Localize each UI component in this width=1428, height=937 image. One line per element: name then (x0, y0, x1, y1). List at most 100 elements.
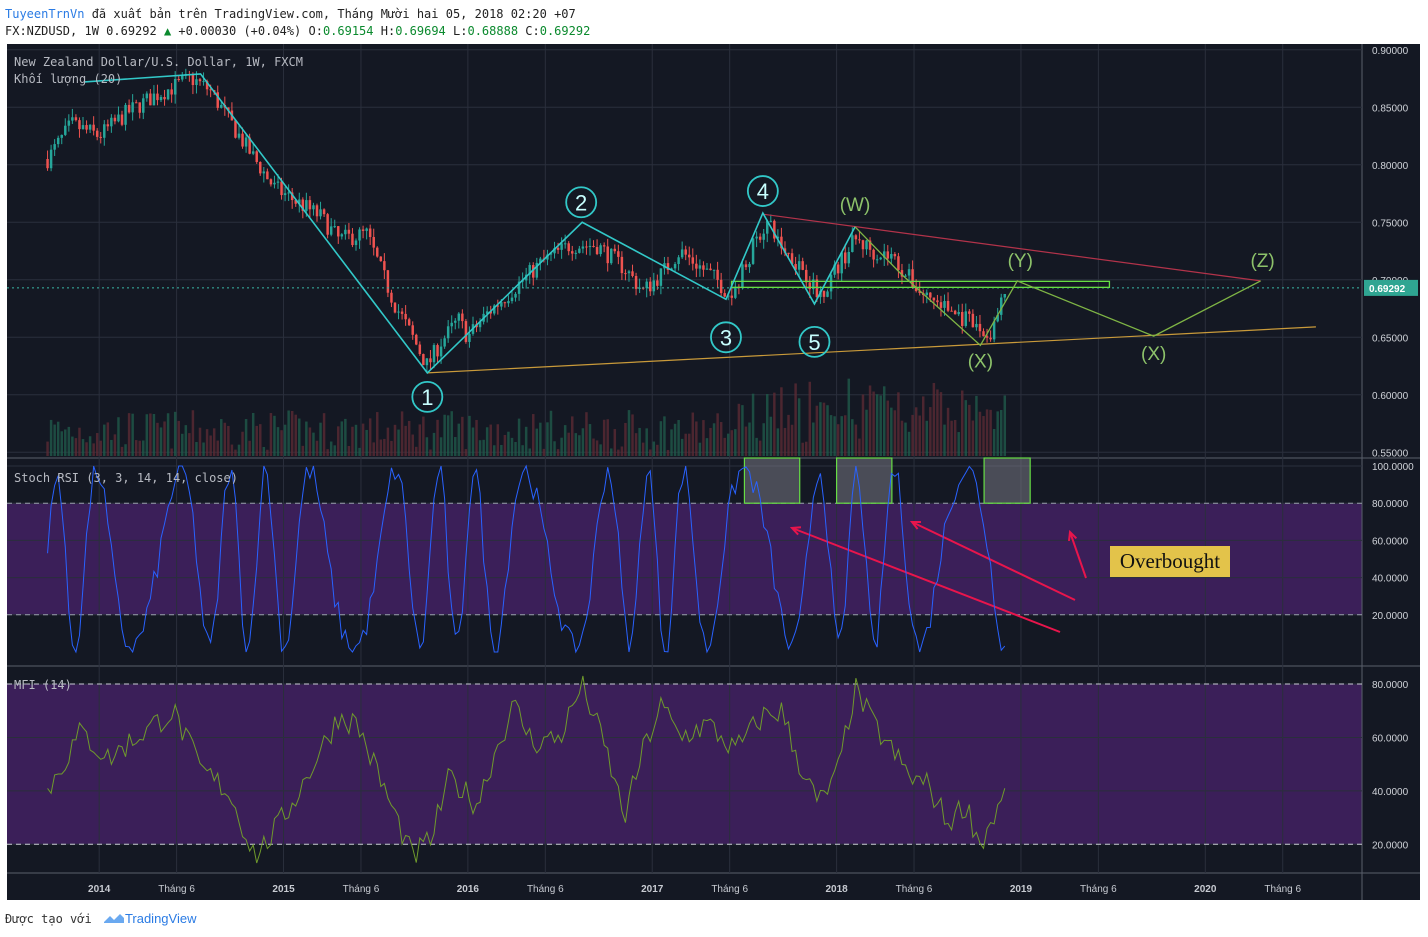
candle-body (386, 270, 390, 293)
volume-bar (464, 449, 468, 456)
volume-bar (393, 424, 397, 456)
candle-body (181, 75, 184, 80)
candle-body (503, 302, 507, 304)
candle-body (567, 243, 570, 252)
volume-bar (227, 425, 230, 456)
candle-body (805, 269, 808, 283)
candle-body (585, 246, 588, 248)
chart-canvas[interactable]: 1 2 3 4 5 (W) (X) (Y) (X) (Z) 2014 Tháng 6 2015 Thán… (0, 0, 1428, 937)
volume-bar (840, 416, 843, 456)
candle-body (156, 93, 159, 101)
volume-bar (592, 438, 595, 456)
candle-body (251, 151, 255, 154)
volume-bar (524, 426, 528, 456)
volume-bar (950, 420, 953, 456)
correction-label: (X) (1141, 344, 1166, 365)
volume-bar (730, 430, 734, 456)
candle-body (351, 233, 354, 246)
volume-bar (379, 439, 383, 456)
volume-bar (610, 448, 613, 456)
candle-body (801, 261, 804, 270)
volume-bar (49, 419, 53, 456)
volume-bar (85, 442, 88, 456)
volume-bar (936, 389, 939, 456)
candle-body (220, 104, 223, 108)
volume-bar (134, 440, 138, 456)
candle-body (400, 311, 404, 314)
candle-body (989, 337, 992, 340)
correction-label: (W) (840, 195, 871, 216)
volume-bar (99, 440, 102, 456)
volume-bar (992, 428, 996, 456)
candle-body (578, 248, 581, 253)
volume-bar (684, 433, 687, 456)
candle-body (418, 344, 422, 355)
volume-bar (978, 411, 982, 456)
volume-bar (868, 385, 872, 456)
time-tick-label: 2019 (1010, 884, 1033, 895)
candle-body (344, 229, 347, 235)
stoch-pane-title: Stoch RSI (3, 3, 14, 14, close) (14, 471, 238, 485)
volume-bar (71, 436, 74, 456)
candle-body (968, 311, 971, 314)
candle-body (415, 334, 418, 345)
volume-bar (861, 394, 865, 456)
candle-body (244, 137, 248, 147)
volume-bar (170, 448, 173, 456)
mfi-tick-label: 40.0000 (1372, 787, 1409, 798)
candle-body (347, 229, 351, 234)
candle-body (592, 245, 595, 248)
volume-bar (329, 441, 333, 456)
volume-bar (886, 400, 890, 456)
candle-body (624, 273, 627, 275)
volume-bar (131, 413, 134, 456)
candle-body (879, 257, 882, 260)
volume-bar (964, 400, 968, 456)
volume-bar (301, 445, 305, 456)
volume-bar (851, 419, 854, 456)
candle-body (142, 98, 145, 113)
candle-body (893, 253, 897, 257)
candle-body (840, 252, 843, 274)
volume-bar (918, 415, 921, 456)
candle-body (262, 171, 266, 174)
candle-body (978, 323, 982, 332)
candle-body (560, 243, 563, 250)
volume-bar (259, 424, 262, 456)
volume-bar (797, 398, 801, 456)
volume-bar (92, 443, 95, 456)
candle-body (255, 151, 258, 162)
volume-bar (783, 427, 787, 456)
volume-bar (439, 437, 443, 456)
candle-body (113, 117, 117, 122)
volume-bar (585, 412, 588, 456)
volume-bar (766, 394, 769, 456)
volume-bar (673, 423, 677, 456)
volume-bar (705, 438, 709, 456)
volume-bar (602, 419, 606, 456)
candle-body (322, 209, 326, 215)
volume-bar (794, 383, 797, 456)
volume-bar (181, 433, 184, 456)
candle-body (797, 261, 801, 270)
volume-bar (656, 444, 659, 456)
volume-bar (507, 431, 510, 456)
volume-bar (620, 446, 624, 456)
volume-bar (911, 414, 914, 456)
candle-body (166, 89, 170, 100)
candle-body (191, 75, 195, 86)
candle-body (758, 236, 762, 240)
tradingview-link[interactable]: TradingView (125, 911, 197, 926)
volume-bar (404, 425, 407, 456)
volume-bar (422, 416, 425, 456)
volume-bar (893, 410, 897, 456)
footer: Được tạo với TradingView (5, 911, 196, 926)
volume-bar (493, 445, 496, 456)
candle-body (858, 239, 861, 241)
candle-body (422, 354, 425, 366)
volume-bar (159, 427, 163, 456)
candle-body (748, 263, 751, 268)
candle-body (372, 237, 375, 248)
volume-bar (691, 412, 695, 456)
volume-bar (106, 422, 110, 456)
